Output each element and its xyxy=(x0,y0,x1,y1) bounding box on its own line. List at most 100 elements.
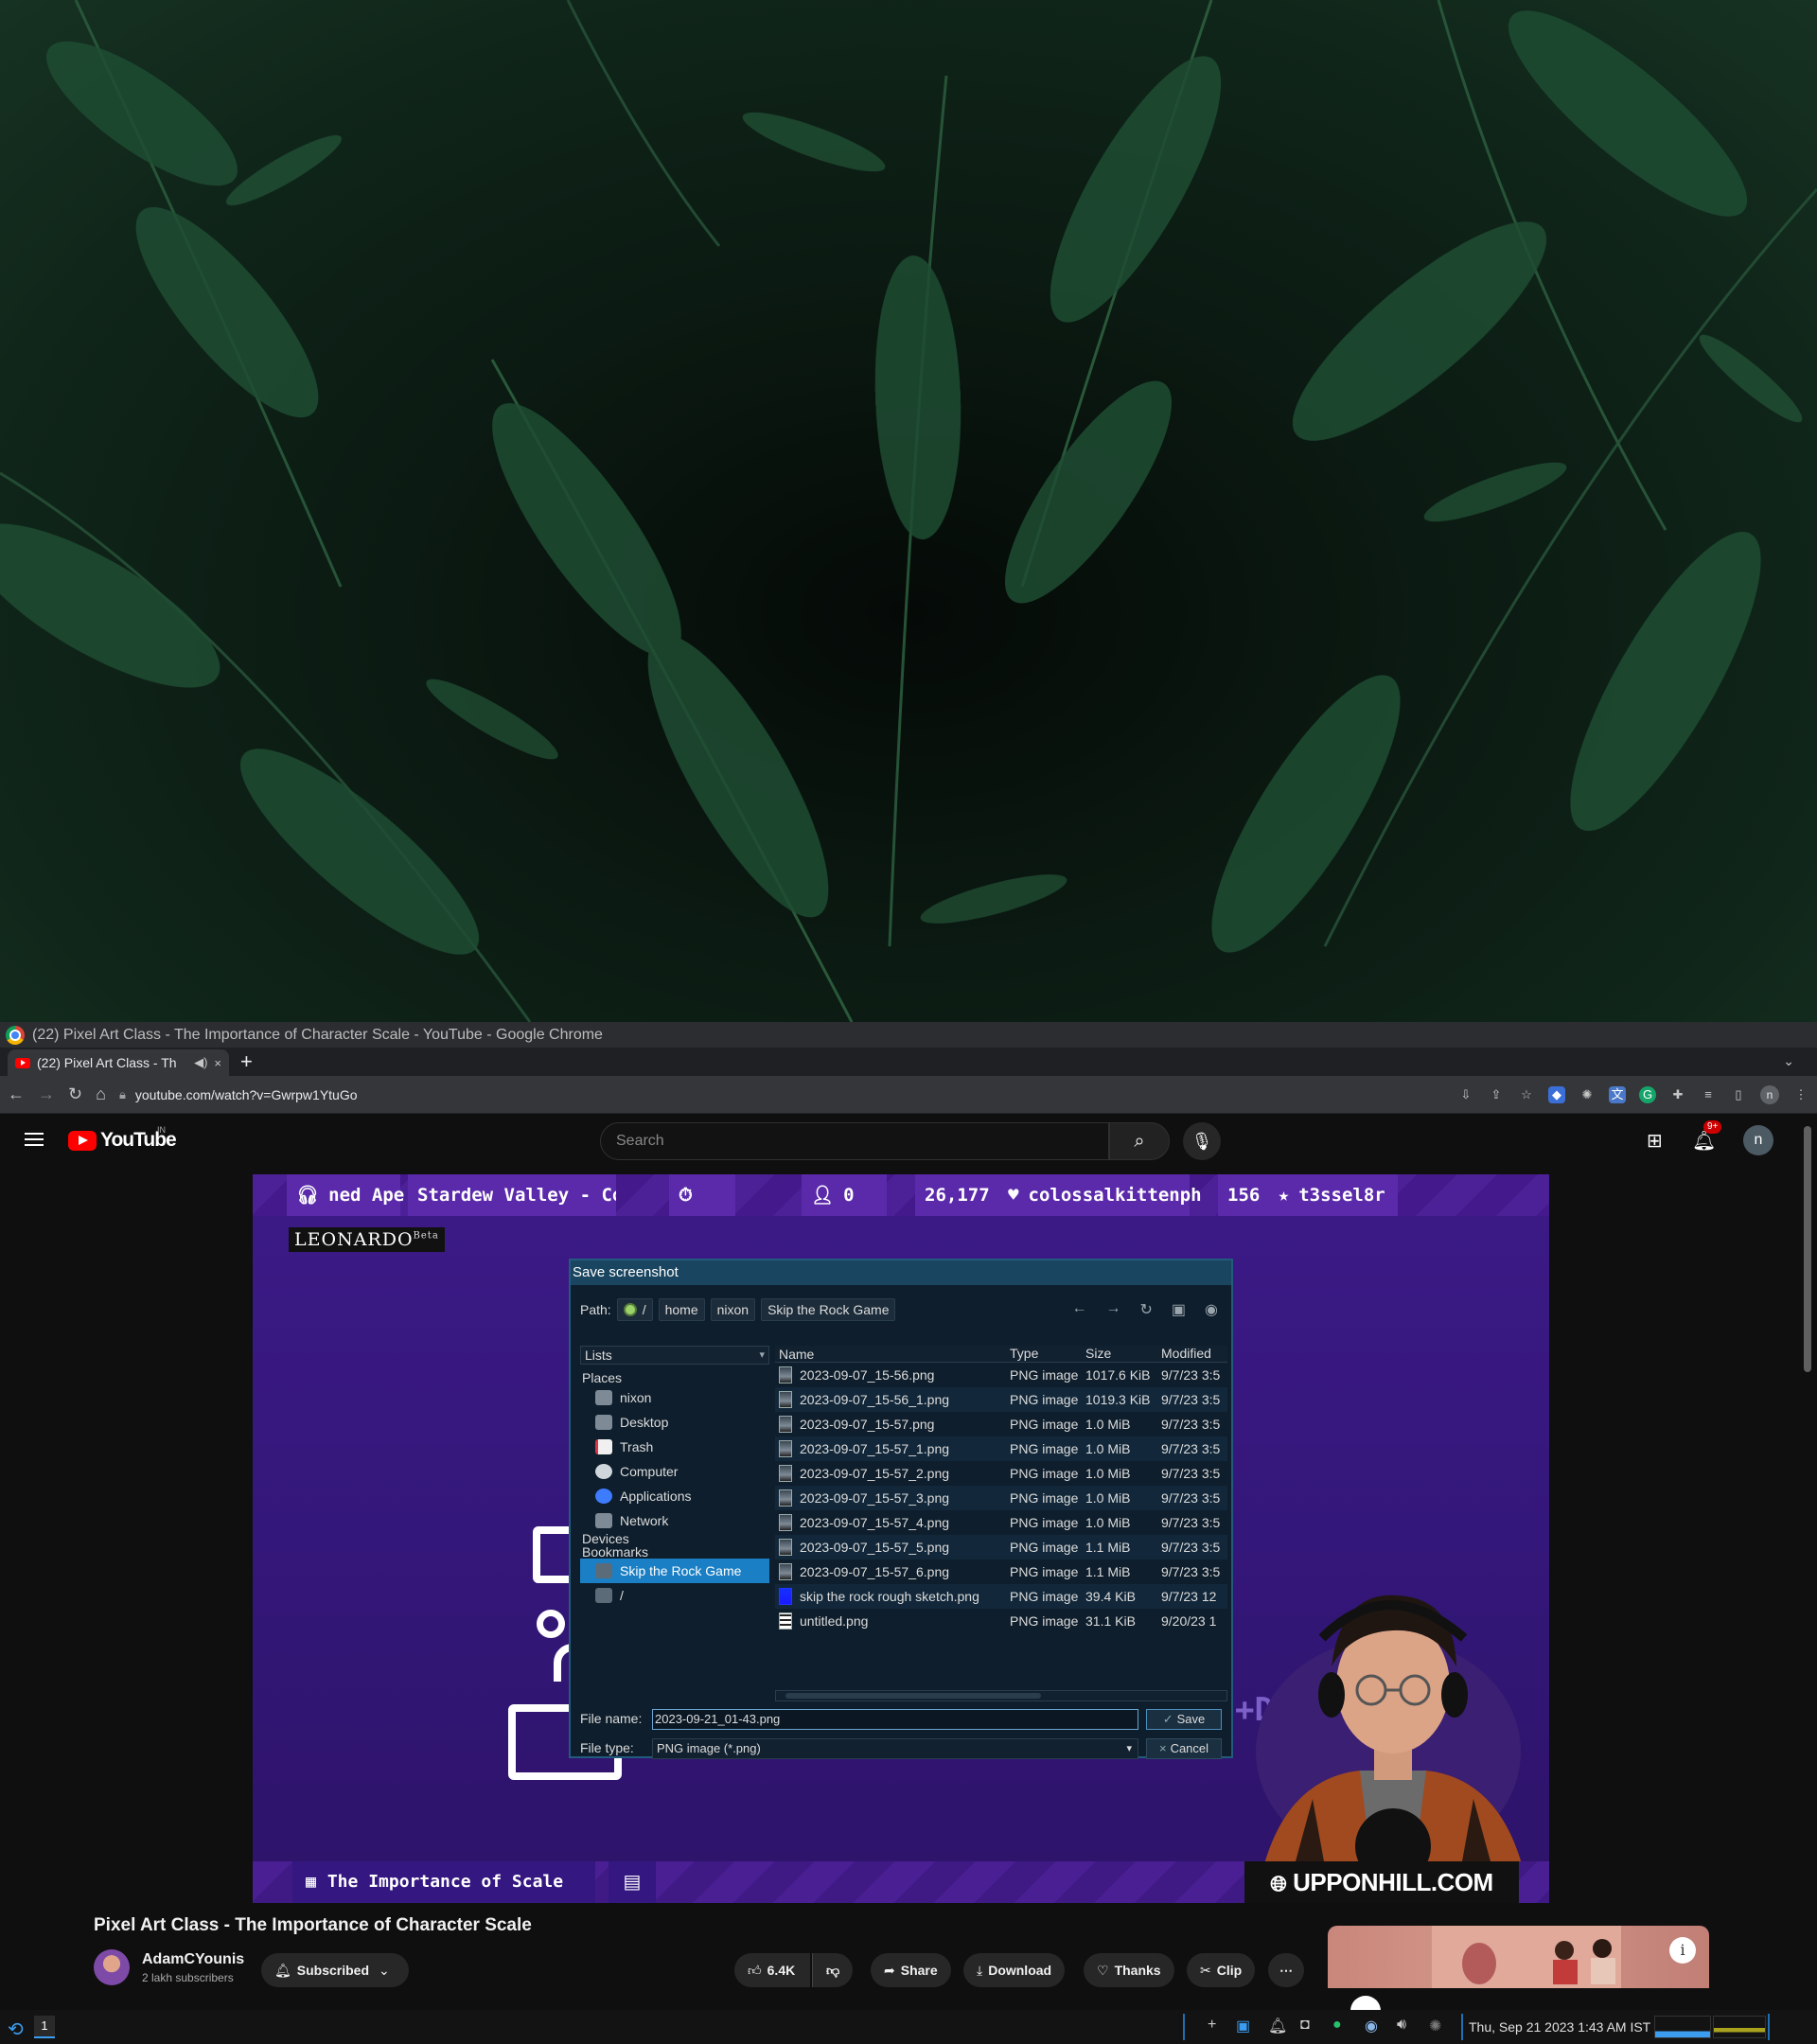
account-avatar[interactable]: n xyxy=(1743,1125,1773,1155)
channel-name[interactable]: AdamCYounis xyxy=(142,1951,244,1968)
lists-dropdown[interactable]: Lists xyxy=(580,1346,769,1365)
info-icon[interactable]: i xyxy=(1669,1937,1696,1964)
reload-icon[interactable]: ↻ xyxy=(68,1084,82,1104)
thanks-button[interactable]: ♡ Thanks xyxy=(1084,1953,1174,1987)
tray-clipboard-icon[interactable]: ◘ xyxy=(1300,2017,1310,2034)
download-button[interactable]: ⤓ Download xyxy=(963,1953,1066,1987)
launcher-icon[interactable]: ⟲ xyxy=(8,2018,24,2041)
search-button[interactable]: ⌕ xyxy=(1109,1122,1170,1160)
file-row[interactable]: 2023-09-07_15-57_2.png PNG image 1.0 MiB 9/… xyxy=(775,1461,1227,1486)
search-input[interactable]: Search xyxy=(600,1122,1109,1160)
bookmark-skip-the-rock-game[interactable]: Skip the Rock Game xyxy=(580,1559,769,1583)
dialog-back-icon[interactable]: ← xyxy=(1072,1300,1087,1319)
place-desktop[interactable]: Desktop xyxy=(580,1410,769,1435)
share-icon[interactable]: ⇪ xyxy=(1488,1086,1505,1103)
install-app-icon[interactable]: ⇩ xyxy=(1457,1086,1474,1103)
path-crumb-root[interactable]: / xyxy=(616,1298,653,1321)
bookmark-root[interactable]: / xyxy=(580,1583,769,1608)
file-name-input[interactable]: 2023-09-21_01-43.png xyxy=(652,1709,1138,1730)
new-tab-button[interactable]: + xyxy=(240,1049,253,1074)
place-applications[interactable]: Applications xyxy=(580,1484,769,1508)
file-row[interactable]: 2023-09-07_15-56_1.png PNG image 1019.3 Ki… xyxy=(775,1387,1227,1412)
voice-search-button[interactable]: 🎙︎ xyxy=(1183,1122,1221,1160)
back-icon[interactable]: ← xyxy=(8,1084,25,1104)
tray-add-icon[interactable]: + xyxy=(1208,2017,1216,2034)
file-row[interactable]: untitled.png PNG image 31.1 KiB 9/20/23 1 xyxy=(775,1609,1227,1633)
menu-icon[interactable] xyxy=(25,1133,44,1146)
cancel-button[interactable]: × Cancel xyxy=(1146,1738,1222,1759)
channel-avatar[interactable] xyxy=(94,1949,130,1985)
file-type-select[interactable]: PNG image (*.png) xyxy=(652,1738,1138,1759)
file-row[interactable]: 2023-09-07_15-57_4.png PNG image 1.0 MiB 9/… xyxy=(775,1510,1227,1535)
dialog-forward-icon[interactable]: → xyxy=(1106,1300,1121,1319)
tab-audio-icon[interactable]: ◀) xyxy=(194,1055,207,1070)
place-computer[interactable]: Computer xyxy=(580,1459,769,1484)
tab-close-button[interactable]: × xyxy=(214,1056,221,1070)
file-row[interactable]: 2023-09-07_15-56.png PNG image 1017.6 KiB 9… xyxy=(775,1363,1227,1387)
dialog-settings-icon[interactable]: ◉ xyxy=(1205,1300,1218,1319)
clip-button[interactable]: ✂ Clip xyxy=(1187,1953,1256,1987)
tray-volume-icon[interactable]: 🔊︎ xyxy=(1397,2017,1406,2034)
tray-network-icon[interactable]: ◉ xyxy=(1365,2017,1378,2035)
window-titlebar[interactable]: (22) Pixel Art Class - The Importance of… xyxy=(0,1022,1817,1048)
file-row[interactable]: 2023-09-07_15-57_6.png PNG image 1.1 MiB 9/… xyxy=(775,1559,1227,1584)
share-button[interactable]: ➦ Share xyxy=(871,1953,951,1987)
subscribed-button[interactable]: 🔔︎ Subscribed ⌄ xyxy=(261,1953,409,1987)
extensions-puzzle-icon[interactable]: ✚ xyxy=(1669,1086,1686,1103)
extension-grammarly-icon[interactable]: G xyxy=(1639,1085,1656,1103)
place-network[interactable]: Network xyxy=(580,1508,769,1533)
forward-icon[interactable]: → xyxy=(38,1084,55,1104)
extension-gear-icon[interactable]: ✺ xyxy=(1579,1086,1596,1103)
dialog-title[interactable]: Save screenshot xyxy=(571,1260,1231,1285)
file-row[interactable]: 2023-09-07_15-57.png PNG image 1.0 MiB 9/7/… xyxy=(775,1412,1227,1436)
create-video-icon[interactable]: ⊞ xyxy=(1647,1129,1663,1153)
tab-youtube[interactable]: (22) Pixel Art Class - Th ◀) × xyxy=(8,1049,229,1076)
column-name[interactable]: Name xyxy=(775,1346,1010,1362)
like-button[interactable]: 👍︎ 6.4K xyxy=(734,1953,811,1987)
extension-shield-icon[interactable]: ◆ xyxy=(1548,1085,1565,1103)
hscrollbar-thumb[interactable] xyxy=(785,1693,1041,1699)
website-banner: 🌐︎ UPPONHILL.COM xyxy=(1244,1861,1519,1903)
file-row[interactable]: 2023-09-07_15-57_1.png PNG image 1.0 MiB 9/… xyxy=(775,1436,1227,1461)
youtube-logo[interactable]: YouTube IN xyxy=(68,1125,177,1152)
tray-monitor-icon[interactable]: ▣ xyxy=(1236,2017,1250,2035)
path-crumb-nixon[interactable]: nixon xyxy=(710,1298,756,1321)
save-button[interactable]: ✓ Save xyxy=(1146,1709,1222,1730)
column-modified[interactable]: Modified xyxy=(1161,1346,1227,1362)
place-trash[interactable]: Trash xyxy=(580,1435,769,1459)
video-player[interactable]: 🎧︎ ned Ape Stardew Valley - Concer ⏱︎ 👤︎ 0… xyxy=(253,1174,1549,1903)
file-row[interactable]: skip the rock rough sketch.png PNG image 3… xyxy=(775,1584,1227,1609)
url-text[interactable]: youtube.com/watch?v=Gwrpw1YtuGo xyxy=(135,1087,358,1102)
file-row[interactable]: 2023-09-07_15-57_5.png PNG image 1.1 MiB 9/… xyxy=(775,1535,1227,1559)
dialog-refresh-icon[interactable]: ↻ xyxy=(1140,1300,1153,1319)
lock-icon[interactable]: 🔒︎ xyxy=(119,1087,126,1102)
recommended-video-thumbnail[interactable]: i xyxy=(1328,1926,1709,2011)
tray-brightness-icon[interactable]: ✺ xyxy=(1429,2017,1441,2035)
side-panel-icon[interactable]: ▯ xyxy=(1730,1086,1747,1103)
extension-translate-icon[interactable]: 文 xyxy=(1609,1085,1626,1103)
address-bar[interactable]: 🔒︎ youtube.com/watch?v=Gwrpw1YtuGo xyxy=(119,1081,1444,1109)
column-type[interactable]: Type xyxy=(1010,1346,1085,1362)
clock[interactable]: Thu, Sep 21 2023 1:43 AM IST xyxy=(1469,2019,1650,2035)
tab-search-chevron-icon[interactable]: ⌄ xyxy=(1783,1053,1794,1069)
chrome-menu-icon[interactable]: ⋮ xyxy=(1792,1086,1809,1103)
page-scrollbar[interactable] xyxy=(1804,1126,1811,1372)
home-icon[interactable]: ⌂ xyxy=(96,1084,106,1104)
path-crumb-skip-the-rock-game[interactable]: Skip the Rock Game xyxy=(761,1298,896,1321)
more-actions-button[interactable]: ⋯ xyxy=(1268,1953,1304,1987)
dislike-button[interactable]: 👎︎ xyxy=(812,1953,854,1987)
globe-icon: 🌐︎ xyxy=(1270,1872,1287,1895)
media-queue-icon[interactable]: ≡ xyxy=(1700,1086,1717,1103)
path-crumb-home[interactable]: home xyxy=(658,1298,705,1321)
fern-illustration xyxy=(0,0,1817,1022)
profile-avatar[interactable]: n xyxy=(1760,1084,1779,1104)
workspace-1[interactable]: 1 xyxy=(34,2016,55,2038)
new-folder-icon[interactable]: ▣ xyxy=(1172,1300,1186,1319)
bookmark-star-icon[interactable]: ☆ xyxy=(1518,1086,1535,1103)
file-row[interactable]: 2023-09-07_15-57_3.png PNG image 1.0 MiB 9/… xyxy=(775,1486,1227,1510)
place-nixon[interactable]: nixon xyxy=(580,1385,769,1410)
column-size[interactable]: Size xyxy=(1085,1346,1161,1362)
file-list-hscrollbar[interactable] xyxy=(775,1690,1227,1701)
tray-notification-icon[interactable]: 🔔︎ xyxy=(1268,2017,1287,2035)
tray-vpn-icon[interactable]: ● xyxy=(1332,2017,1342,2034)
